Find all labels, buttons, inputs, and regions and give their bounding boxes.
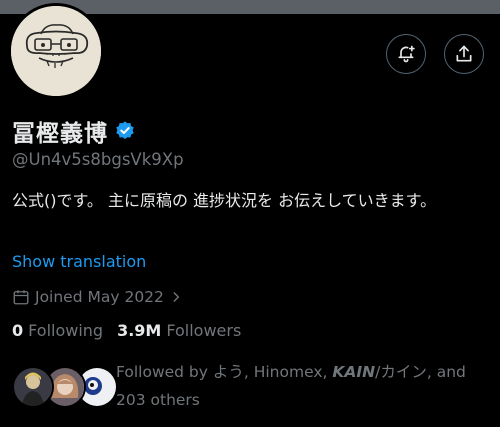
followed-by-prefix: Followed by よう, Hinomex, [116,363,333,381]
share-icon [456,45,472,62]
profile-avatar[interactable] [8,3,104,99]
profile-handle: @Un4v5s8bgsVk9Xp [12,150,184,169]
chevron-right-icon [173,292,179,302]
followed-by-text: Followed by よう, Hinomex, KAIN/カイン, and 2… [116,358,486,414]
notify-button[interactable] [386,34,426,74]
calendar-icon [13,290,29,305]
followers-label: Followers [166,321,242,340]
following-link[interactable]: 0 Following [12,321,103,340]
share-button[interactable] [444,34,484,74]
profile-bio: 公式()です。 主に原稿の 進捗状況を お伝えしていきます。 [12,191,437,210]
bell-plus-icon [398,45,415,63]
show-translation-link[interactable]: Show translation [12,252,146,271]
followed-by-kain: KAIN [332,363,376,381]
follower-avatar-1 [12,366,54,408]
following-label: Following [28,321,104,340]
verified-badge-icon [116,121,134,140]
joined-date[interactable]: Joined May 2022 [12,288,183,306]
followers-link[interactable]: 3.9M Followers [117,321,241,340]
display-name: 冨樫義博 [12,121,108,147]
profile-stats: 0 Following 3.9M Followers [12,321,241,340]
followers-count: 3.9M [117,321,162,340]
avatar-image [11,6,101,96]
followed-by-section[interactable]: Followed by よう, Hinomex, KAIN/カイン, and 2… [12,358,492,418]
joined-text: Joined May 2022 [35,288,164,306]
name-row: 冨樫義博 [12,114,136,148]
following-count: 0 [12,321,24,340]
